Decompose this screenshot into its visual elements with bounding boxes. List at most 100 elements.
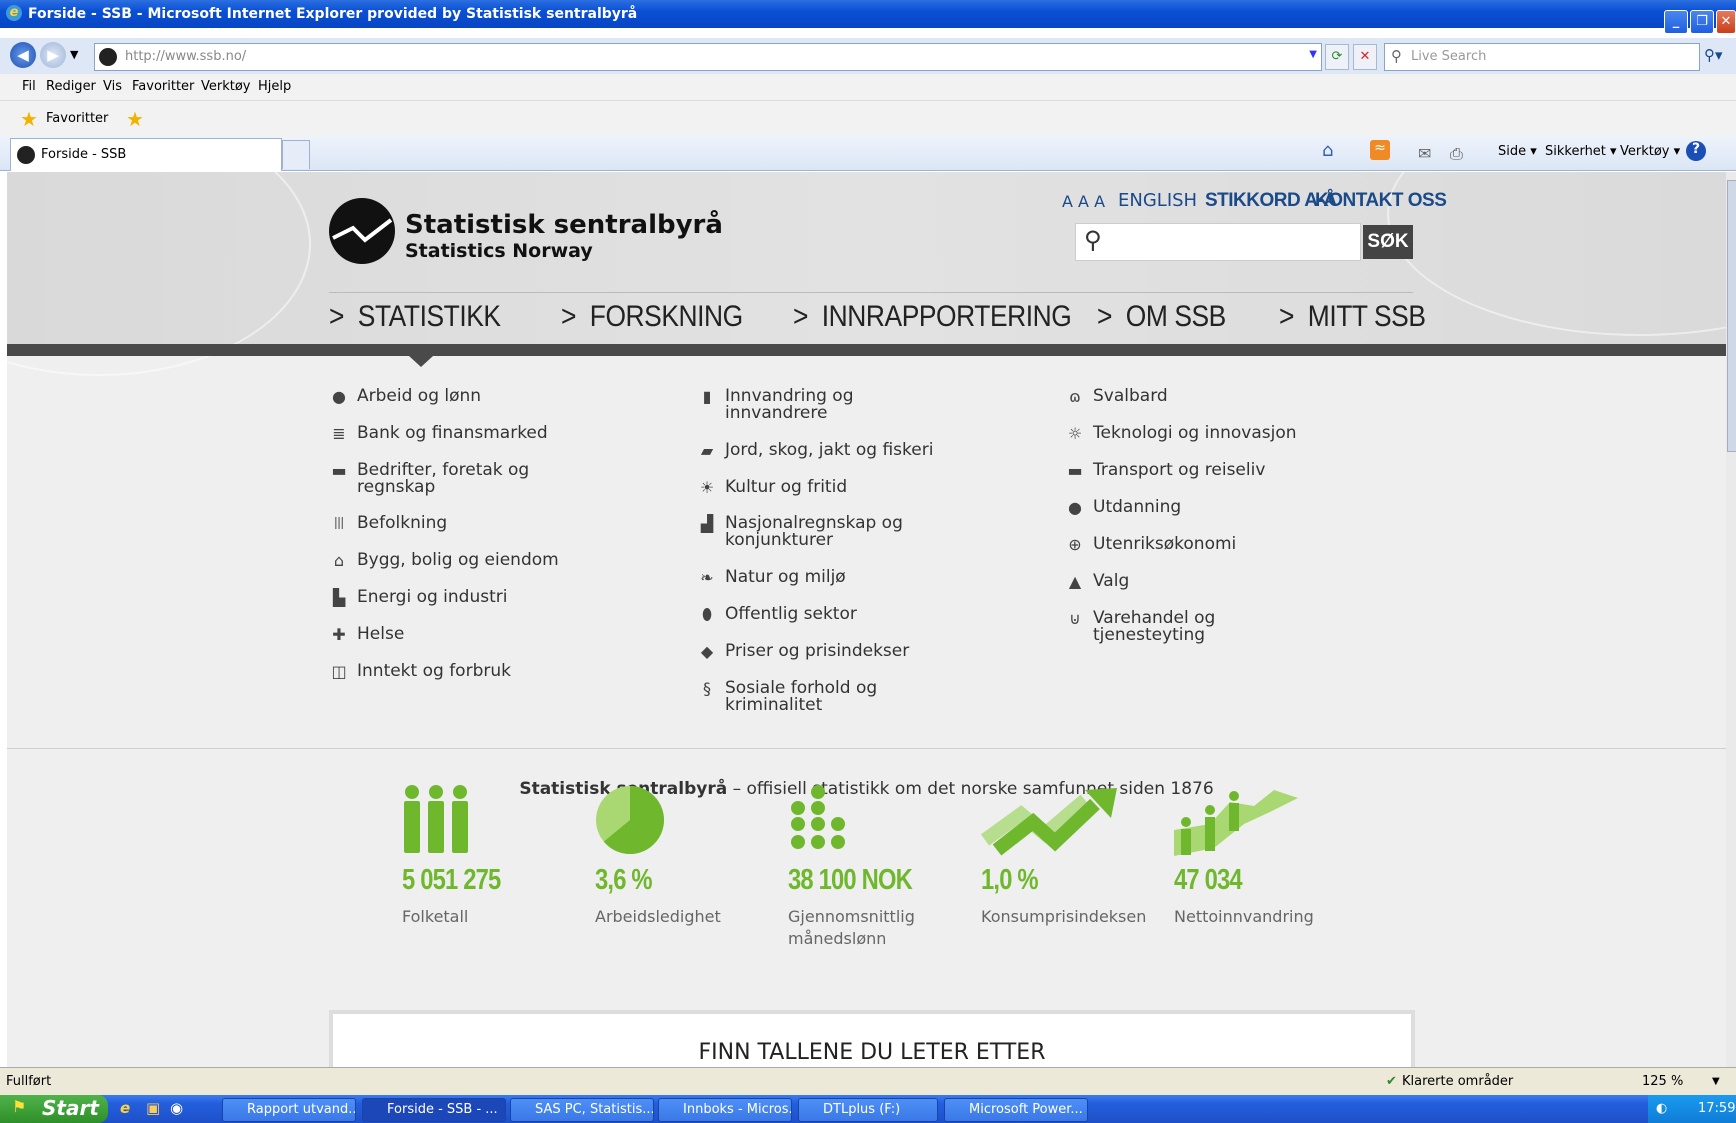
taskbar-item[interactable]: Innboks - Micros... xyxy=(658,1098,792,1122)
status-text: Fullført xyxy=(6,1074,52,1089)
key-figure-label: Gjennomsnittlig månedslønn xyxy=(788,907,915,948)
key-figure-net-immigration[interactable]: 47 034 Nettoinnvandring xyxy=(1174,784,1314,926)
immigration-figure-icon xyxy=(1174,790,1298,856)
menu-favorites[interactable]: Favoritter xyxy=(132,79,194,94)
leaf-icon: ❧ xyxy=(700,568,714,587)
english-link[interactable]: ENGLISH xyxy=(1118,190,1197,211)
zone-text: Klarerte områder xyxy=(1402,1074,1514,1089)
taskbar-item-label: Rapport utvand... xyxy=(247,1102,356,1117)
find-figures-heading: FINN TALLENE DU LETER ETTER xyxy=(698,1040,1046,1065)
clock[interactable]: 17:59 xyxy=(1698,1101,1735,1116)
address-field[interactable]: http://www.ssb.no/ ▼ xyxy=(94,43,1322,71)
menu-file[interactable]: Fil xyxy=(22,79,36,94)
scrollbar-thumb[interactable] xyxy=(1727,180,1736,452)
explorer-quicklaunch-icon[interactable]: ◉ xyxy=(170,1099,183,1117)
taskbar-item[interactable]: Rapport utvand... xyxy=(222,1098,356,1122)
menu-edit[interactable]: Rediger xyxy=(46,79,96,94)
cpi-trend-icon xyxy=(980,788,1117,856)
history-dropdown-icon[interactable]: ▼ xyxy=(70,48,78,61)
tab-forside-ssb[interactable]: Forside - SSB xyxy=(10,138,282,171)
ie-quicklaunch-icon[interactable]: e xyxy=(120,1099,130,1117)
category-label: Bedrifter, foretak og regnskap xyxy=(357,460,530,497)
key-figure-population[interactable]: 5 051 275 Folketall xyxy=(402,784,501,926)
print-icon[interactable]: ⎙ xyxy=(1450,144,1463,164)
category-label: Priser og prisindekser xyxy=(725,641,910,661)
rss-icon[interactable]: ≈ xyxy=(1370,140,1390,160)
stop-button[interactable]: ✕ xyxy=(1353,44,1377,70)
menu-view[interactable]: Vis xyxy=(103,79,122,94)
taskbar-item-label: Forside - SSB - ... xyxy=(387,1102,498,1117)
taskbar-item[interactable]: SAS PC, Statistis... xyxy=(510,1098,654,1122)
menu-help[interactable]: Hjelp xyxy=(258,79,291,94)
taskbar-item-label: Microsoft Power... xyxy=(969,1102,1083,1117)
forward-button[interactable]: ▶ xyxy=(40,42,66,68)
system-tray: ◐ 17:59 xyxy=(1648,1095,1736,1123)
live-search-input[interactable]: ⚲ Live Search xyxy=(1384,43,1700,71)
factory-icon: ▙ xyxy=(332,588,346,607)
nav-underline-bar xyxy=(7,344,1726,356)
web-page: Statistisk sentralbyrå Statistics Norway… xyxy=(7,172,1726,1067)
logo-subtitle[interactable]: Statistics Norway xyxy=(405,240,593,262)
cross-icon: ✚ xyxy=(332,625,346,644)
key-figure-salary[interactable]: 38 100 NOK Gjennomsnittlig månedslønn xyxy=(788,784,915,948)
active-nav-indicator xyxy=(409,356,433,367)
ssb-logo-icon[interactable] xyxy=(329,198,395,264)
page-menu[interactable]: Side ▾ xyxy=(1498,144,1537,159)
help-icon[interactable]: ? xyxy=(1686,141,1706,161)
menu-tools[interactable]: Verktøy xyxy=(201,79,251,94)
security-menu[interactable]: Sikkerhet ▾ xyxy=(1545,144,1617,159)
nav-innrapportering[interactable]: > INNRAPPORTERING xyxy=(793,300,1072,334)
logo-name[interactable]: Statistisk sentralbyrå xyxy=(405,210,723,240)
suitcase-icon: ▬ xyxy=(1067,461,1083,480)
site-search-input[interactable]: ⚲ xyxy=(1075,223,1361,261)
zoom-level[interactable]: 125 % xyxy=(1642,1074,1683,1089)
back-button[interactable]: ◀ xyxy=(10,42,36,68)
nav-mitt-ssb[interactable]: > MITT SSB xyxy=(1279,300,1426,334)
zoom-dropdown-icon[interactable]: ▼ xyxy=(1712,1076,1720,1087)
new-tab-button[interactable] xyxy=(282,140,310,169)
key-figure-unemployment[interactable]: 3,6 % Arbeidsledighet xyxy=(595,784,721,926)
site-favicon xyxy=(99,48,117,66)
nav-statistikk[interactable]: > STATISTIKK xyxy=(329,300,501,334)
search-go-icon[interactable]: ⚲▾ xyxy=(1704,46,1723,64)
tools-menu[interactable]: Verktøy ▾ xyxy=(1620,144,1680,159)
taskbar-item-active[interactable]: Forside - SSB - ... xyxy=(362,1098,506,1122)
taskbar-item-label: SAS PC, Statistis... xyxy=(535,1102,654,1117)
taskbar: ⚑ Start e ▣ ◉ Rapport utvand... Forside … xyxy=(0,1095,1736,1123)
tagline: Statistisk sentralbyrå – offisiell stati… xyxy=(7,779,1726,799)
key-figure-label: Konsumprisindeksen xyxy=(981,907,1147,926)
mail-icon[interactable]: ✉ xyxy=(1418,144,1431,163)
category-label: Svalbard xyxy=(1093,386,1168,406)
globe-icon: ⊕ xyxy=(1068,535,1082,554)
address-dropdown-icon[interactable]: ▼ xyxy=(1309,49,1317,60)
windows-flag-icon: ⚑ xyxy=(12,1097,27,1116)
basket-icon: ⊍ xyxy=(1069,609,1081,628)
refresh-button[interactable]: ⟳ xyxy=(1325,44,1349,70)
taskbar-item-label: Innboks - Micros... xyxy=(683,1102,792,1117)
add-favorite-icon[interactable]: ★ xyxy=(126,107,144,131)
taskbar-item[interactable]: Microsoft Power... xyxy=(944,1098,1088,1122)
nav-forskning[interactable]: > FORSKNING xyxy=(561,300,743,334)
tools-menu-label: Verktøy xyxy=(1620,144,1670,159)
key-figure-cpi[interactable]: 1,0 % Konsumprisindeksen xyxy=(980,784,1146,926)
tab-label: Forside - SSB xyxy=(41,147,127,162)
category-label: Energi og industri xyxy=(357,587,508,607)
bank-icon: ≣ xyxy=(332,424,346,443)
outlook-quicklaunch-icon[interactable]: ▣ xyxy=(146,1099,160,1117)
network-icon[interactable]: ◐ xyxy=(1656,1101,1667,1116)
close-button[interactable]: ✕ xyxy=(1716,10,1736,34)
text-size-toggle[interactable]: A A A xyxy=(1062,192,1105,211)
maximize-button[interactable]: ❐ xyxy=(1690,10,1714,34)
minimize-button[interactable]: _ xyxy=(1664,10,1688,34)
search-button[interactable]: SØK xyxy=(1363,225,1413,259)
home-icon[interactable]: ⌂ xyxy=(1322,140,1333,161)
apple-icon: ● xyxy=(1068,498,1082,517)
cow-icon: ▰ xyxy=(700,441,714,460)
security-menu-label: Sikkerhet xyxy=(1545,144,1606,159)
taskbar-item[interactable]: DTLplus (F:) xyxy=(798,1098,938,1122)
favorites-button[interactable]: Favoritter xyxy=(46,111,108,126)
contact-link[interactable]: KONTAKT OSS xyxy=(1315,190,1447,212)
nav-om-ssb[interactable]: > OM SSB xyxy=(1097,300,1226,334)
nav-chevron-icon: > xyxy=(561,300,590,333)
start-button[interactable]: ⚑ Start xyxy=(0,1095,108,1123)
